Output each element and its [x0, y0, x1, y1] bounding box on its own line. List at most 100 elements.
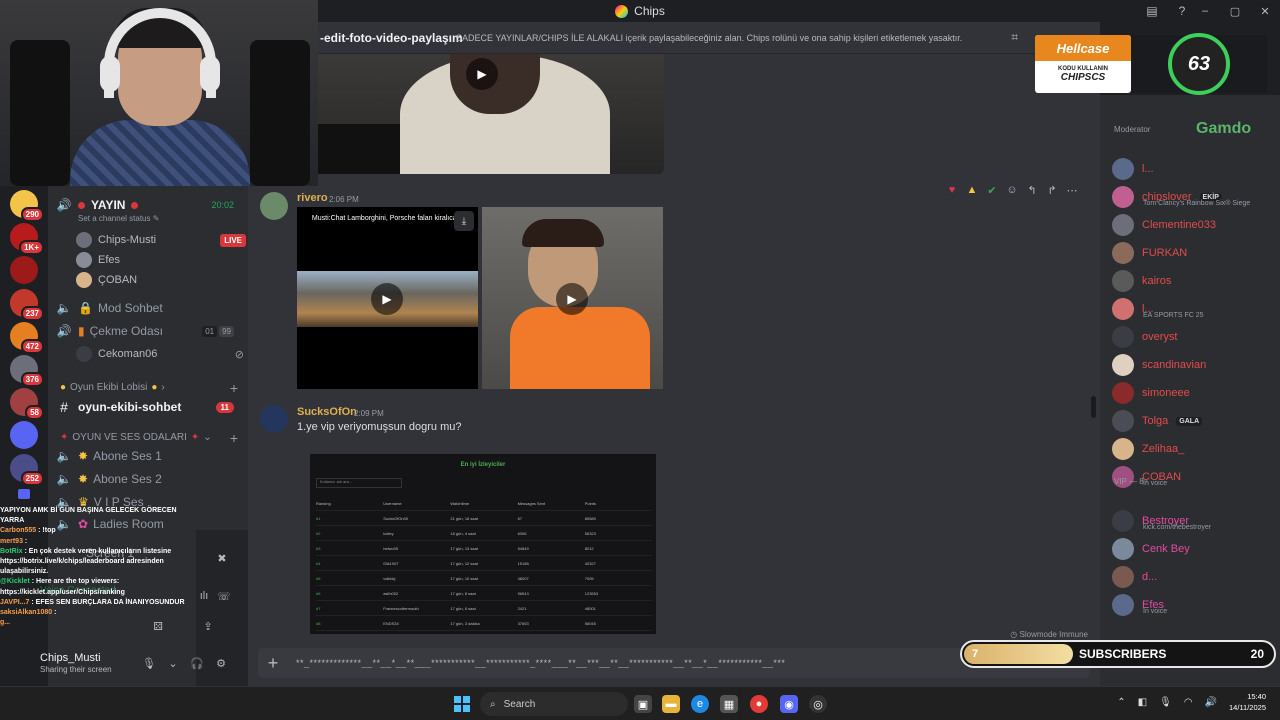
member-item[interactable]: Clementine033: [1112, 214, 1278, 236]
unread-badge: 11: [215, 401, 234, 413]
discord-icon[interactable]: ◉: [780, 695, 798, 713]
threads-icon[interactable]: ⌗: [1011, 30, 1018, 45]
more-icon[interactable]: ⋯: [1064, 182, 1080, 198]
reply-icon[interactable]: ↰: [1024, 182, 1040, 198]
member-item[interactable]: Cenk Bey: [1112, 538, 1278, 560]
play-icon[interactable]: ▶: [371, 283, 403, 315]
voice-user[interactable]: ÇOBAN: [76, 270, 137, 290]
server-icon[interactable]: 290: [10, 190, 44, 222]
play-icon[interactable]: ▶: [556, 283, 588, 315]
close-screen-icon[interactable]: ✖: [214, 550, 230, 566]
microphone-tray-icon[interactable]: 🎙: [1159, 697, 1172, 708]
set-status-link[interactable]: Set a channel status ✎: [78, 214, 159, 223]
clock[interactable]: 15:40 14/11/2025: [1229, 691, 1266, 713]
help-icon[interactable]: ?: [1174, 3, 1190, 19]
member-item[interactable]: simoneee: [1112, 382, 1278, 404]
member-item[interactable]: l... EA SPORTS FC 25: [1112, 298, 1278, 320]
add-reaction-icon[interactable]: ☺: [1004, 182, 1020, 198]
server-icon[interactable]: 376: [10, 355, 44, 387]
member-item[interactable]: scandinavian: [1112, 354, 1278, 376]
member-item[interactable]: overyst: [1112, 326, 1278, 348]
channel-abone-ses-1[interactable]: 🔈 ✸ Abone Ses 1: [56, 445, 244, 467]
channel-topic[interactable]: SADECE YAYINLAR/CHIPS İLE ALAKALI içerik…: [456, 33, 962, 43]
wifi-icon[interactable]: ◠: [1184, 697, 1193, 708]
video-caption: Musti:Chat Lamborghini, Porsche falan ki…: [311, 215, 463, 222]
live-dot-icon: [78, 201, 85, 209]
maximize-button[interactable]: ▢: [1220, 0, 1250, 22]
message-author[interactable]: rivero: [297, 192, 328, 204]
lock-icon: 🔒: [78, 301, 93, 315]
channel-oyun-ekibi-sohbet[interactable]: # oyun-ekibi-sohbet 11: [56, 396, 244, 418]
channel-timer: 20:02: [211, 200, 234, 210]
channel-mod-sohbet[interactable]: 🔈 🔒 Mod Sohbet: [56, 297, 244, 319]
folder-icon[interactable]: [18, 489, 30, 499]
disconnect-icon[interactable]: ☏: [216, 588, 232, 604]
obs-icon[interactable]: ◎: [809, 695, 827, 713]
chrome-icon[interactable]: ●: [750, 695, 768, 713]
file-explorer-icon[interactable]: ▬: [662, 695, 680, 713]
member-item[interactable]: Zelihaa_: [1112, 438, 1278, 460]
server-icon[interactable]: 252: [10, 454, 44, 486]
tray-app-icon[interactable]: ◧: [1138, 697, 1147, 708]
member-item[interactable]: d...: [1112, 566, 1278, 588]
member-item[interactable]: l...: [1112, 158, 1278, 180]
edge-icon[interactable]: e: [691, 695, 709, 713]
member-name: Cenk Bey: [1142, 543, 1190, 555]
check-reaction-icon[interactable]: ✔: [984, 182, 1000, 198]
member-item[interactable]: FURKAN: [1112, 242, 1278, 264]
channel-yayin[interactable]: 🔊 YAYIN 20:02: [56, 194, 244, 216]
windows-start-icon[interactable]: [454, 696, 470, 712]
screen-share-icon[interactable]: ⇪: [200, 618, 216, 634]
server-icon[interactable]: 237: [10, 289, 44, 321]
video-attachment[interactable]: ▶: [482, 207, 663, 389]
avatar[interactable]: [260, 405, 288, 433]
minimize-button[interactable]: –: [1190, 0, 1220, 22]
member-item[interactable]: Tolga GALA: [1112, 410, 1278, 432]
avatar: [1112, 354, 1134, 376]
channel-cekme-odasi[interactable]: 🔊 ▮ Çekme Odası 01 99: [56, 320, 244, 342]
member-item[interactable]: Efes In voice: [1112, 594, 1278, 616]
volume-icon[interactable]: 🔊: [1205, 697, 1217, 708]
server-icon[interactable]: [10, 256, 38, 284]
download-icon[interactable]: ⤓: [454, 211, 474, 231]
soundboard-icon[interactable]: ılı: [196, 588, 212, 604]
voice-user[interactable]: Cekoman06 ⊘: [76, 344, 244, 364]
close-button[interactable]: ✕: [1250, 0, 1280, 22]
chevron-up-icon[interactable]: ⌃: [1117, 697, 1125, 708]
add-channel-icon[interactable]: +: [230, 380, 238, 396]
add-attachment-icon[interactable]: +: [258, 653, 288, 674]
taskbar-search[interactable]: ⌕ Search: [480, 692, 628, 716]
member-item[interactable]: chipslover EKİP Tom Clancy's Rainbow Six® …: [1112, 186, 1278, 208]
message-input-text[interactable]: **_*************__**__*__**___**********…: [296, 658, 785, 668]
message-author[interactable]: SucksOfOn: [297, 406, 357, 418]
store-icon[interactable]: ▦: [720, 695, 738, 713]
task-view-icon[interactable]: ▣: [634, 695, 652, 713]
table-row: #8 ENDS34 17 gün, 3 dakika 37653 56045: [316, 616, 652, 631]
forward-icon[interactable]: ↱: [1044, 182, 1060, 198]
inbox-icon[interactable]: ▤: [1144, 3, 1160, 19]
thumbs-up-reaction-icon[interactable]: ▲: [964, 182, 980, 198]
chat-scrollbar[interactable]: [1091, 396, 1096, 418]
server-icon[interactable]: [10, 421, 38, 449]
server-icon[interactable]: 472: [10, 322, 44, 354]
play-icon[interactable]: ▶: [466, 58, 498, 90]
channel-abone-ses-2[interactable]: 🔈 ✸ Abone Ses 2: [56, 468, 244, 490]
server-icon[interactable]: 58: [10, 388, 44, 420]
video-attachment[interactable]: Musti:Chat Lamborghini, Porsche falan ki…: [297, 207, 478, 389]
chat-line: JAVPI...7 : EFES SEN BURÇLARA DA İNANIYO…: [0, 598, 185, 606]
avatar[interactable]: [260, 192, 288, 220]
leaderboard-image[interactable]: En iyi İzleyiciler Kullanıcı adı ara... …: [310, 454, 656, 634]
video-attachment-top[interactable]: ▶: [310, 54, 664, 174]
category-oyun-ve-ses[interactable]: ✦ OYUN VE SES ODALARI ✦ ⌄: [60, 432, 212, 443]
settings-gear-icon[interactable]: ⚙: [214, 656, 228, 670]
voice-user[interactable]: Chips-Musti LIVE: [76, 230, 246, 250]
add-channel-icon[interactable]: +: [230, 430, 238, 446]
member-name: d...: [1142, 571, 1158, 583]
category-oyun-ekibi-lobisi[interactable]: ● Oyun Ekibi Lobisi ● ›: [60, 382, 165, 393]
member-item[interactable]: kairos: [1112, 270, 1278, 292]
voice-user[interactable]: Efes: [76, 250, 120, 270]
member-item[interactable]: Bestroyer kick.com/thebestroyer: [1112, 510, 1278, 532]
message-actions: ♥ ▲ ✔ ☺ ↰ ↱ ⋯: [940, 180, 1084, 200]
heart-reaction-icon[interactable]: ♥: [944, 182, 960, 198]
server-icon[interactable]: 1K+: [10, 223, 44, 255]
